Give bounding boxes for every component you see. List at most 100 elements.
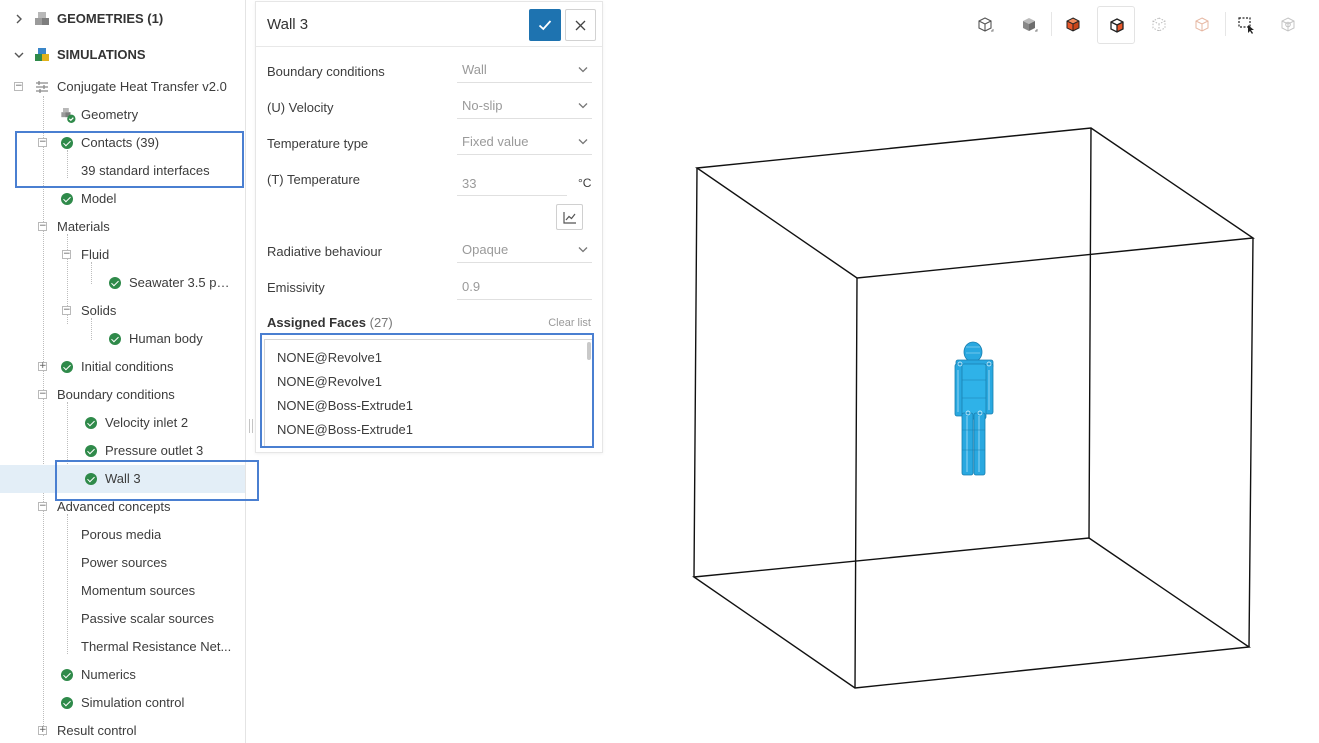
cube-solid-icon	[1023, 18, 1038, 32]
tree-item-numerics[interactable]: Numerics	[0, 661, 245, 689]
toolbar-button-points[interactable]	[1140, 6, 1178, 44]
project-icon	[36, 81, 48, 93]
3d-viewport[interactable]	[604, 60, 1319, 743]
collapse-icon[interactable]: −	[38, 502, 47, 511]
tree-item-materials[interactable]: − Materials	[0, 213, 245, 241]
expand-icon[interactable]: +	[38, 362, 47, 371]
clear-list-link[interactable]: Clear list	[548, 317, 591, 329]
tree-item-contacts-interfaces[interactable]: 39 standard interfaces	[0, 157, 245, 185]
tree-item-simulations[interactable]: SIMULATIONS	[0, 41, 245, 69]
tree-item-momentum-sources[interactable]: Momentum sources	[0, 577, 245, 605]
collapse-icon[interactable]: −	[62, 250, 71, 259]
check-icon	[538, 20, 552, 31]
tree-item-thermal-resistance[interactable]: Thermal Resistance Net...	[0, 633, 245, 661]
tree-item-human-body[interactable]: Human body	[0, 325, 245, 353]
tree-item-project[interactable]: − Conjugate Heat Transfer v2.0	[0, 73, 245, 101]
human-body-model[interactable]	[954, 341, 994, 476]
temperature-type-label: Temperature type	[267, 136, 369, 151]
tree-label-simulations: SIMULATIONS	[57, 47, 146, 62]
cube-points-icon	[1152, 17, 1166, 32]
collapse-icon[interactable]: −	[38, 390, 47, 399]
temperature-chart-button[interactable]	[556, 204, 583, 230]
tree-label-result-control: Result control	[57, 723, 137, 738]
chevron-right-icon[interactable]	[13, 13, 25, 25]
collapse-icon[interactable]: −	[38, 222, 47, 231]
radiative-select[interactable]: Opaque	[457, 238, 592, 263]
tree-item-initial-conditions[interactable]: + Initial conditions	[0, 353, 245, 381]
collapse-icon[interactable]: −	[38, 138, 47, 147]
radiative-value: Opaque	[462, 242, 509, 257]
toolbar-separator	[1051, 12, 1052, 36]
simulations-icon	[35, 48, 49, 61]
tree-item-velocity-inlet[interactable]: Velocity inlet 2	[0, 409, 245, 437]
temperature-input[interactable]: 33	[457, 171, 567, 196]
toolbar-button-wireframe[interactable]	[966, 6, 1004, 44]
chevron-down-icon[interactable]	[13, 49, 25, 61]
face-item[interactable]: NONE@Boss-Extrude1	[277, 398, 413, 413]
tree-item-power-sources[interactable]: Power sources	[0, 549, 245, 577]
face-item[interactable]: NONE@Revolve1	[277, 350, 382, 365]
geometry-check-icon	[61, 108, 76, 123]
tree-item-contacts[interactable]: − Contacts (39)	[0, 129, 245, 157]
toolbar-button-transparent[interactable]	[1183, 6, 1221, 44]
panel-header: Wall 3	[256, 2, 602, 47]
check-icon	[109, 333, 121, 345]
tree-item-passive-scalar-sources[interactable]: Passive scalar sources	[0, 605, 245, 633]
tree-label-initial-conditions: Initial conditions	[81, 359, 174, 374]
tree-item-pressure-outlet[interactable]: Pressure outlet 3	[0, 437, 245, 465]
velocity-label: (U) Velocity	[267, 100, 334, 115]
toolbar-button-box-select[interactable]	[1227, 6, 1265, 44]
tree-item-wall-3[interactable]: Wall 3	[0, 465, 245, 493]
temperature-type-select[interactable]: Fixed value	[457, 130, 592, 155]
tree-label-power-sources: Power sources	[81, 555, 167, 570]
assigned-faces-title: Assigned Faces (27)	[267, 315, 393, 330]
check-icon	[61, 137, 73, 149]
tree-item-seawater[interactable]: Seawater 3.5 pc ...	[0, 269, 245, 297]
tree-label-solids: Solids	[81, 303, 117, 318]
tree-label-materials: Materials	[57, 219, 110, 234]
face-item[interactable]: NONE@Boss-Extrude1	[277, 422, 413, 437]
tree-item-fluid[interactable]: − Fluid	[0, 241, 245, 269]
faces-scrollbar[interactable]	[587, 342, 591, 360]
tree-item-boundary-conditions[interactable]: − Boundary conditions	[0, 381, 245, 409]
tree-item-simulation-control[interactable]: Simulation control	[0, 689, 245, 717]
emissivity-input[interactable]: 0.9	[457, 275, 592, 300]
assigned-faces-label: Assigned Faces	[267, 315, 366, 330]
confirm-button[interactable]	[529, 9, 561, 41]
assigned-faces-list[interactable]: NONE@Revolve1 NONE@Revolve1 NONE@Boss-Ex…	[264, 339, 594, 448]
boundary-conditions-select[interactable]: Wall	[457, 58, 592, 83]
temperature-label: (T) Temperature	[267, 172, 360, 187]
collapse-icon[interactable]: −	[14, 82, 23, 91]
tree-item-result-control[interactable]: + Result control	[0, 717, 245, 743]
panel-resize-handle[interactable]	[248, 418, 254, 434]
chevron-down-icon	[578, 67, 588, 73]
tree-item-porous-media[interactable]: Porous media	[0, 521, 245, 549]
temperature-type-value: Fixed value	[462, 134, 529, 149]
assigned-faces-count: (27)	[369, 315, 393, 330]
tree-item-geometry[interactable]: Geometry	[0, 101, 245, 129]
toolbar-button-solid[interactable]	[1010, 6, 1048, 44]
tree-item-geometries[interactable]: GEOMETRIES (1)	[0, 5, 245, 33]
toolbar-button-surface[interactable]	[1054, 6, 1092, 44]
boundary-condition-panel: Wall 3 Boundary conditions Wall (U) Velo…	[255, 1, 603, 453]
check-icon	[85, 445, 97, 457]
box-select-icon	[1238, 17, 1254, 34]
toolbar-button-settings[interactable]	[1269, 6, 1307, 44]
tree-item-model[interactable]: Model	[0, 185, 245, 213]
boundary-conditions-label: Boundary conditions	[267, 64, 385, 79]
tree-label-wall-3: Wall 3	[105, 471, 141, 486]
chevron-down-icon	[578, 103, 588, 109]
tree-label-seawater: Seawater 3.5 pc ...	[129, 275, 235, 290]
expand-icon[interactable]: +	[38, 726, 47, 735]
toolbar-button-edges[interactable]	[1097, 6, 1135, 44]
close-button[interactable]	[565, 9, 596, 41]
tree-label-pressure-outlet: Pressure outlet 3	[105, 443, 204, 458]
tree-label-simulation-control: Simulation control	[81, 695, 185, 710]
tree-item-advanced-concepts[interactable]: − Advanced concepts	[0, 493, 245, 521]
velocity-select[interactable]: No-slip	[457, 94, 592, 119]
collapse-icon[interactable]: −	[62, 306, 71, 315]
tree-label-contacts-interfaces: 39 standard interfaces	[81, 163, 210, 178]
boundary-conditions-value: Wall	[462, 62, 487, 77]
face-item[interactable]: NONE@Revolve1	[277, 374, 382, 389]
tree-item-solids[interactable]: − Solids	[0, 297, 245, 325]
